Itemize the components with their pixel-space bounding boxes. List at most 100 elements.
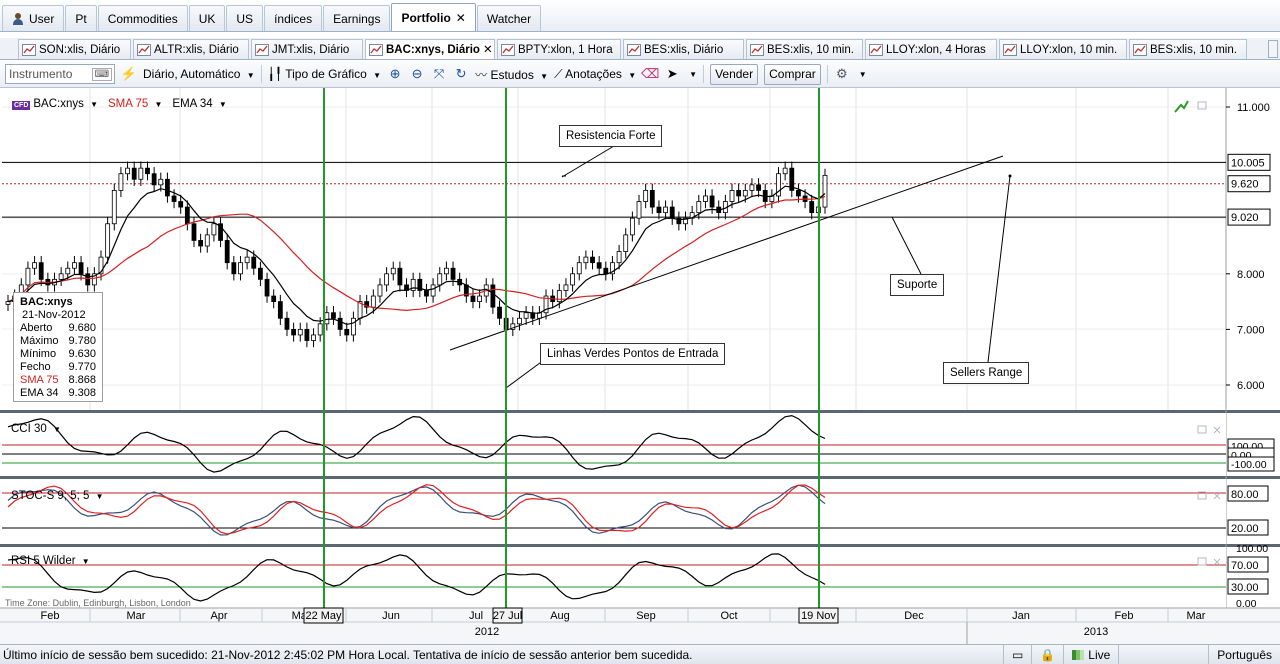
price-tick-label: 8.000 <box>1237 269 1265 281</box>
sell-button[interactable]: Vender <box>710 63 759 85</box>
candle-body <box>636 201 642 219</box>
line-tool-icon: ⟋ <box>554 66 563 81</box>
chart-legend: CFD BAC:xnys ▼ SMA 75 ▼ EMA 34 ▼ <box>12 98 227 110</box>
candle-body <box>596 262 602 269</box>
chart-tab[interactable]: BES:xlis, 10 min. <box>746 39 863 59</box>
symbol-legend[interactable]: CFD BAC:xnys ▼ <box>12 98 98 110</box>
close-icon[interactable]: ✕ <box>483 41 493 59</box>
candle-body <box>822 174 828 208</box>
workspace-tab-uk[interactable]: UK <box>188 5 226 31</box>
candle-body <box>184 206 190 225</box>
candle-body <box>616 251 622 264</box>
sellers-range-callout[interactable]: Sellers Range <box>943 362 1030 384</box>
chart-icon <box>1133 43 1147 56</box>
entry-lines-callout[interactable]: Linhas Verdes Pontos de Entrada <box>540 343 726 365</box>
candle-body <box>125 167 130 175</box>
indicator-pane <box>2 479 1226 544</box>
info-row: Máximo 9.780 <box>20 335 96 348</box>
chart-tab[interactable]: BAC:xnys, Diário ✕ <box>365 39 495 59</box>
sma-legend[interactable]: SMA 75 ▼ <box>108 98 162 110</box>
timeframe-dropdown[interactable]: Diário, Automático ▼ <box>143 67 255 81</box>
info-row: Aberto 9.680 <box>20 322 96 335</box>
stoch-level-label: 80.00 <box>1231 489 1259 501</box>
candle-body <box>72 262 77 269</box>
support-callout[interactable]: Suporte <box>890 274 945 296</box>
price-chart[interactable]: 10.005 9.620 9.020 11.000 8.000 7.000 6.000 100… <box>0 88 1280 644</box>
chart-tab[interactable]: BES:xlis, Diário <box>623 39 744 59</box>
chart-tab-label: BAC:xnys, Diário <box>386 43 480 56</box>
rsi-label[interactable]: RSI 5 Wilder ▼ <box>11 555 90 567</box>
chart-tab-label: SON:xlis, Diário <box>39 43 121 56</box>
chart-tab[interactable]: BES:xlis, 10 min. <box>1129 39 1247 59</box>
tab-label: Earnings <box>333 11 381 26</box>
draw-chart-icon[interactable]: ⚡ <box>121 66 137 82</box>
workspace-tab-watcher[interactable]: Watcher <box>476 5 542 31</box>
annotations-dropdown[interactable]: ⟋ Anotações ▼ <box>554 67 636 82</box>
candle-body <box>317 323 323 336</box>
stoch-label[interactable]: STOC-S 9; 5; 5 ▼ <box>11 490 104 502</box>
ema-legend[interactable]: EMA 34 ▼ <box>172 98 226 110</box>
chart-tab[interactable]: ALTR:xlis, Diário <box>133 39 249 59</box>
chart-tab[interactable]: JMT:xlis, Diário <box>251 39 363 59</box>
candle-body <box>696 201 702 214</box>
candle-body <box>5 301 11 305</box>
resistance-callout[interactable]: Resistencia Forte <box>559 125 663 147</box>
workspace-tab-us[interactable]: US <box>226 5 264 31</box>
chevron-down-icon[interactable]: ▼ <box>689 70 697 79</box>
instrument-search-field[interactable]: Instrumento ⌨ <box>5 64 115 84</box>
chart-tab[interactable]: LLOY:xlon, 4 Horas <box>865 39 997 59</box>
eraser-icon[interactable]: ⌫ <box>641 66 659 82</box>
close-icon[interactable]: ✕ <box>456 6 466 30</box>
tab-label: Commodities <box>107 11 178 26</box>
candle-body <box>450 267 456 280</box>
pointer-icon[interactable]: ➤ <box>664 66 680 82</box>
candle-body <box>736 190 742 197</box>
chart-tab[interactable]: SON:xlis, Diário <box>18 39 131 59</box>
stoch-level-label: 20.00 <box>1231 523 1259 535</box>
fit-icon[interactable]: ⤧ <box>431 66 447 82</box>
candle-body <box>377 284 383 297</box>
zoom-out-icon[interactable]: ⊖ <box>409 66 425 82</box>
workspace-tab-portfolio[interactable]: Portfolio ✕ <box>391 3 476 31</box>
candle-body <box>629 217 635 236</box>
zoom-in-icon[interactable]: ⊕ <box>387 66 403 82</box>
workspace-tab-earnings[interactable]: Earnings <box>323 5 391 31</box>
chart-tab-label: LLOY:xlon, 4 Horas <box>886 43 986 56</box>
keyboard-icon: ⌨ <box>91 67 112 81</box>
live-indicator: Live <box>1063 645 1118 664</box>
workspace-tab-commodities[interactable]: Commodities <box>97 5 188 31</box>
chart-type-dropdown[interactable]: ╽╿ Tipo de Gráfico ▼ <box>268 67 381 81</box>
chart-tab[interactable]: LLOY:xlon, 10 min. <box>999 39 1127 59</box>
info-label: SMA 75 <box>20 374 59 386</box>
tab-scroll-button[interactable] <box>1268 40 1278 58</box>
language-selector[interactable]: Português <box>1208 645 1280 664</box>
candle-body <box>649 190 655 208</box>
tab-label: US <box>236 11 254 26</box>
info-value: 9.780 <box>68 335 96 347</box>
chart-tab[interactable]: BPTY:xlon, 1 Hora <box>497 39 621 59</box>
entry-date-label: 27 Jul <box>493 610 522 622</box>
candle-body <box>337 317 343 330</box>
workspace-tab--ndices[interactable]: índices <box>264 5 323 31</box>
chevron-down-icon[interactable]: ▼ <box>859 70 867 79</box>
refresh-icon[interactable]: ↻ <box>453 66 469 82</box>
cci-label[interactable]: CCI 30 ▼ <box>11 423 61 435</box>
info-value: 9.770 <box>68 361 96 373</box>
settings-icon[interactable]: ⚙ <box>834 66 850 82</box>
candle-body <box>603 267 609 275</box>
studies-dropdown[interactable]: 〰 Estudos ▼ <box>475 66 548 83</box>
chevron-down-icon: ▼ <box>540 71 549 81</box>
rsi-level-label: 100.00 <box>1236 543 1268 555</box>
workspace-tab-user[interactable]: User <box>2 5 65 31</box>
workspace-tab-pt[interactable]: Pt <box>65 5 97 31</box>
pane-separator <box>0 476 1280 479</box>
screen-icon[interactable]: ▭ <box>1002 645 1031 664</box>
chart-icon <box>255 43 269 56</box>
candle-body <box>118 173 124 191</box>
candle-body <box>643 190 649 202</box>
buy-button[interactable]: Comprar <box>764 63 821 85</box>
candle-body <box>251 256 257 269</box>
lock-icon[interactable]: 🔒 <box>1031 645 1063 664</box>
studies-icon: 〰 <box>475 67 488 82</box>
candle-body <box>25 267 31 286</box>
